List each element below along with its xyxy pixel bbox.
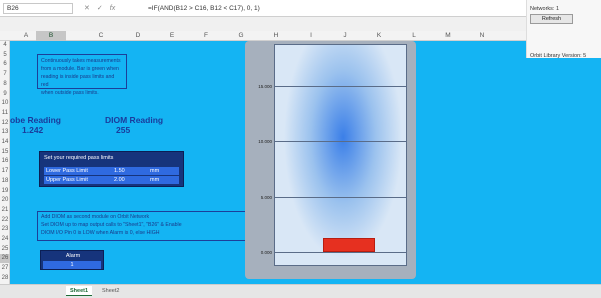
lower-limit-row[interactable]: Lower Pass Limit 1.50 mm — [44, 167, 179, 175]
row-header-19[interactable]: 19 — [0, 187, 10, 196]
row-header-26[interactable]: 26 — [0, 254, 10, 264]
diom-reading-label: DIOM Reading — [105, 115, 164, 125]
alarm-label: Alarm — [65, 253, 81, 259]
info-line: Continuously takes measurements — [41, 58, 121, 64]
upper-limit-unit: mm — [150, 177, 160, 183]
chart-y-tick-label: 5.000 — [260, 194, 272, 200]
row-header-27[interactable]: 27 — [0, 264, 10, 273]
row-header-5[interactable]: 5 — [0, 51, 10, 60]
row-header-25[interactable]: 25 — [0, 245, 10, 254]
row-header-7[interactable]: 7 — [0, 70, 10, 79]
chart-y-tick-label: 15.000 — [258, 83, 272, 89]
reading-chart[interactable]: 0.0005.00010.00015.00020.000 — [245, 41, 416, 279]
chart-gridline — [274, 141, 407, 142]
row-header-24[interactable]: 24 — [0, 235, 10, 244]
pass-limits-title: Set your required pass limits — [44, 155, 114, 161]
column-header-g[interactable]: G — [233, 31, 249, 41]
row-header-18[interactable]: 18 — [0, 177, 10, 186]
cancel-icon[interactable]: ✕ — [84, 3, 90, 14]
row-header-9[interactable]: 9 — [0, 90, 10, 99]
chart-y-tick-label: 0.000 — [260, 250, 272, 255]
row-header-4[interactable]: 4 — [0, 41, 10, 50]
probe-reading-value: 1.242 — [22, 125, 44, 135]
refresh-button[interactable]: Refresh — [530, 14, 573, 24]
network-line: Add DIOM as second module on Orbit Netwo… — [41, 214, 150, 220]
upper-limit-label: Upper Pass Limit — [46, 177, 88, 183]
formula-bar-icons: ✕ ✓ fx — [84, 3, 115, 14]
row-header-23[interactable]: 23 — [0, 225, 10, 234]
row-header-12[interactable]: 12 — [0, 119, 10, 128]
row-header-22[interactable]: 22 — [0, 216, 10, 225]
networks-value: 1 — [555, 6, 560, 12]
column-header-i[interactable]: I — [303, 31, 319, 41]
row-headers: 4 5 6 7 8 9 10 11 12 13 14 15 16 17 18 19 20 21 22 23 24 25 26… — [0, 41, 10, 284]
chart-gridline — [274, 85, 407, 87]
networks-count: Networks: 1 — [530, 6, 559, 12]
network-line: DIOM I/O Pin 0 is LOW when Alarm is 0, e… — [41, 230, 160, 236]
column-header-b[interactable]: B — [36, 31, 66, 41]
chart-gridline — [274, 252, 407, 253]
alarm-value[interactable]: 1 — [43, 261, 101, 269]
column-header-m[interactable]: M — [440, 31, 456, 41]
alarm-panel: Alarm 1 — [40, 250, 104, 270]
column-header-h[interactable]: H — [268, 31, 284, 41]
info-line: from a module. Bar is green when — [41, 66, 119, 72]
name-box[interactable]: B26 — [3, 3, 73, 14]
tab-sheet2[interactable]: Sheet2 — [98, 286, 123, 296]
row-header-10[interactable]: 10 — [0, 99, 10, 108]
column-header-a[interactable]: A — [18, 31, 34, 41]
lower-limit-value[interactable]: 1.50 — [114, 167, 125, 175]
sheet-canvas[interactable]: Continuously takes measurements from a m… — [10, 41, 601, 284]
column-headers: AB C D E F G H I J K L M N — [0, 31, 601, 41]
info-line: when outside pass limits. — [41, 90, 99, 96]
row-header-6[interactable]: 6 — [0, 60, 10, 69]
column-header-l[interactable]: L — [406, 31, 422, 41]
probe-reading-label: Probe Reading — [10, 115, 61, 125]
tab-sheet1[interactable]: Sheet1 — [66, 286, 93, 296]
row-header-15[interactable]: 15 — [0, 148, 10, 157]
column-header-k[interactable]: K — [371, 31, 387, 41]
chart-y-tick-label: 10.000 — [258, 139, 272, 144]
chart-plot-area — [274, 44, 407, 266]
lower-limit-unit: mm — [150, 168, 160, 174]
chart-bar — [323, 238, 375, 252]
formula-input[interactable]: =IF(AND(B12 > C16, B12 < C17), 0, 1) — [148, 3, 488, 14]
row-header-16[interactable]: 16 — [0, 157, 10, 166]
diom-reading-value: 255 — [116, 125, 131, 135]
info-text-box: Continuously takes measurements from a m… — [37, 54, 127, 96]
row-header-28[interactable]: 28 — [0, 274, 10, 283]
column-header-d[interactable]: D — [130, 31, 146, 41]
column-header-n[interactable]: N — [474, 31, 490, 41]
lower-limit-label: Lower Pass Limit — [46, 168, 88, 174]
orbit-side-panel: Networks: 1 Refresh Orbit Library Versio… — [526, 0, 601, 59]
row-header-17[interactable]: 17 — [0, 167, 10, 176]
function-icon[interactable]: fx — [110, 3, 115, 14]
column-header-e[interactable]: E — [164, 31, 180, 41]
row-header-13[interactable]: 13 — [0, 128, 10, 137]
column-header-f[interactable]: F — [198, 31, 214, 41]
upper-limit-value[interactable]: 2.00 — [114, 176, 125, 184]
sheet-tabs-bar: Sheet1 Sheet2 — [0, 284, 601, 298]
row-header-21[interactable]: 21 — [0, 206, 10, 215]
row-header-20[interactable]: 20 — [0, 196, 10, 205]
column-header-j[interactable]: J — [337, 31, 353, 41]
row-header-8[interactable]: 8 — [0, 80, 10, 89]
network-instructions-box: Add DIOM as second module on Orbit Netwo… — [37, 211, 253, 241]
pass-limits-panel: Set your required pass limits Lower Pass… — [39, 151, 184, 187]
network-line: Set DIOM up to map output calls to "Shee… — [41, 222, 182, 228]
chart-gridline — [274, 196, 407, 198]
formula-bar: B26 ✕ ✓ fx =IF(AND(B12 > C16, B12 < C17)… — [0, 0, 601, 17]
column-header-c[interactable]: C — [93, 31, 109, 41]
enter-icon[interactable]: ✓ — [97, 3, 103, 14]
networks-label: Networks: — [530, 6, 555, 12]
info-line: reading is inside pass limits and red — [41, 74, 115, 88]
library-version: Orbit Library Version: 5 — [530, 53, 587, 59]
row-header-14[interactable]: 14 — [0, 138, 10, 147]
upper-limit-row[interactable]: Upper Pass Limit 2.00 mm — [44, 176, 179, 184]
row-header-11[interactable]: 11 — [0, 109, 10, 118]
